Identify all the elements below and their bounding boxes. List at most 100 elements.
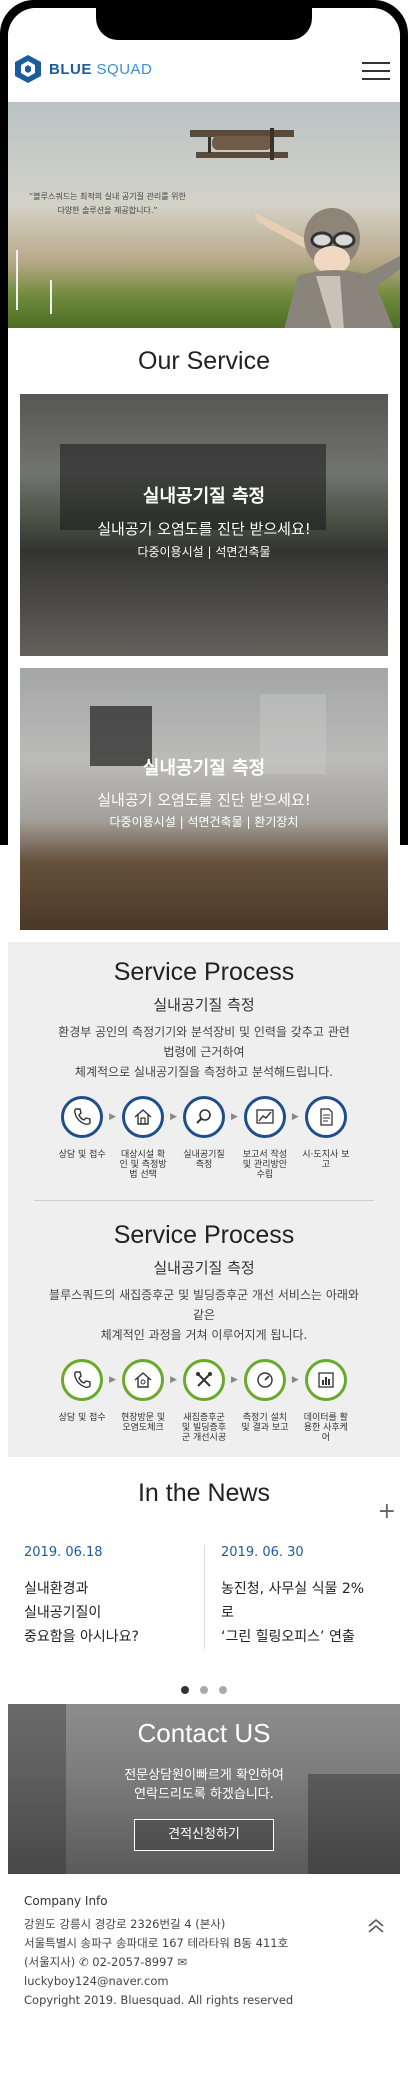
step-label: 현장방문 및 오염도체크: [120, 1413, 166, 1433]
step-label: 실내공기질 측정: [183, 1150, 225, 1170]
footer-phone[interactable]: 02-2057-8997: [92, 1955, 173, 1969]
step-label: 시·도지사 보고: [302, 1150, 350, 1170]
step-label: 상담 및 접수: [58, 1150, 106, 1160]
phone-notch: [96, 0, 312, 40]
phone-icon: [61, 1096, 104, 1138]
process-desc-line: 체계적인 과정을 거쳐 이루어지게 됩니다.: [100, 1328, 308, 1342]
document-icon: [304, 1096, 347, 1138]
arrow-right-icon: ▶: [170, 1112, 177, 1122]
hero-tagline: “블루스쿼드는 최적의 실내 공기질 관리를 위한 다양한 솔루션을 제공합니다…: [20, 190, 195, 218]
slider-dot[interactable]: [219, 1686, 228, 1694]
process-title: Service Process: [113, 1221, 295, 1249]
news-headline-line: 로: [221, 1605, 234, 1621]
scroll-top-chevron-icon[interactable]: [364, 1914, 388, 1938]
slider-dot[interactable]: [180, 1686, 189, 1694]
news-headline-line: 중요함을 아시나요?: [24, 1629, 139, 1645]
search-icon: [183, 1096, 225, 1138]
gauge-icon: [243, 1359, 286, 1401]
news-more-plus-icon[interactable]: +: [378, 1499, 396, 1524]
process-block-measurement: Service Process 실내공기질 측정 환경부 공인의 측정기기와 분…: [8, 952, 400, 1180]
process-step: 보고서 작성 및 관리방안 수립: [239, 1096, 291, 1180]
child-pilot-image: [254, 208, 400, 328]
service-process-section: Service Process 실내공기질 측정 환경부 공인의 측정기기와 분…: [8, 942, 400, 1457]
tools-icon: [183, 1359, 225, 1401]
hero-banner: “블루스쿼드는 최적의 실내 공기질 관리를 위한 다양한 솔루션을 제공합니다…: [8, 102, 400, 328]
slider-dot[interactable]: [200, 1686, 208, 1694]
news-item[interactable]: 2019. 06. 30 농진청, 사무실 식물 2% 로 ‘그린 힐링오피스’…: [204, 1545, 400, 1649]
process-description: 환경부 공인의 측정기기와 분석장비 및 인력을 갖추고 관련 법령에 근거하여…: [8, 1022, 400, 1082]
card-subtitle: 실내공기 오염도를 진단 받으세요!: [97, 520, 311, 538]
news-slider: 2019. 06.18 실내환경과 실내공기질이 중요함을 아시나요? 2019…: [8, 1545, 400, 1649]
arrow-right-icon: ▶: [231, 1112, 238, 1122]
contact-desc-line: 연락드리도록 하겠습니다.: [134, 1787, 274, 1802]
news-headline-line: ‘그린 힐링오피스’ 연출: [221, 1629, 355, 1645]
arrow-right-icon: ▶: [109, 1375, 117, 1385]
logo-text: BLUE SQUAD: [49, 61, 152, 78]
arrow-right-icon: ▶: [291, 1375, 299, 1385]
mail-icon: ✉: [177, 1955, 188, 1969]
hero-line-2: 다양한 솔루션을 제공합니다.”: [57, 206, 158, 215]
logo[interactable]: BLUE SQUAD: [14, 54, 152, 84]
process-step: 실내공기질 측정: [178, 1096, 230, 1170]
news-headline-line: 농진청, 사무실 식물 2%: [221, 1581, 365, 1597]
arrow-right-icon: ▶: [291, 1112, 299, 1122]
contact-title: Contact US: [137, 1718, 271, 1748]
step-label: 상담 및 접수: [58, 1413, 106, 1423]
card-tags: 다중이용시설 | 석면건축물: [137, 545, 271, 559]
logo-bold: BLUE: [49, 60, 92, 78]
logo-hexagon-icon: [15, 55, 41, 83]
contact-section: Contact US 전문상담원이빠르게 확인하여 연락드리도록 하겠습니다. …: [8, 1704, 400, 1874]
news-date: 2019. 06. 30: [221, 1545, 304, 1560]
arrow-right-icon: ▶: [231, 1375, 238, 1385]
footer-branch: (서울지사): [24, 1955, 76, 1969]
screen: BLUE SQUAD “블루스쿼드는 최적의 실내 공기질 관리를 위한 다양한…: [8, 8, 400, 2073]
footer-branch-phone: (서울지사) ✆ 02-2057-8997 ✉: [24, 1953, 384, 1972]
process-description: 블루스쿼드의 새집증후군 및 빌딩증후군 개선 서비스는 아래와 같은 체계적인…: [8, 1285, 400, 1345]
news-headline-line: 실내공기질이: [24, 1605, 102, 1621]
news-section: In the News + 2019. 06.18 실내환경과 실내공기질이 중…: [8, 1457, 400, 1704]
process-title: Service Process: [113, 958, 295, 986]
step-label: 측정기 설치 및 결과 보고: [241, 1413, 289, 1433]
footer-title: Company Info: [24, 1894, 108, 1908]
footer-address-seoul: 서울특별시 송파구 송파대로 167 테라타워 B동 411호: [24, 1936, 289, 1950]
footer-copyright: Copyright 2019. Bluesquad. All rights re…: [24, 1993, 294, 2007]
our-service-title: Our Service: [138, 347, 270, 375]
process-desc-line: 법령에 근거하여: [163, 1045, 245, 1059]
slider-pagination: [8, 1679, 400, 1698]
phone-icon: [61, 1359, 104, 1401]
process-step: 상담 및 접수: [56, 1096, 108, 1160]
footer-email[interactable]: luckyboy124@naver.com: [24, 1972, 384, 1991]
card-subtitle: 실내공기 오염도를 진단 받으세요!: [97, 791, 311, 809]
process-step: 상담 및 접수: [56, 1359, 108, 1423]
process-subtitle: 실내공기질 측정: [153, 1259, 255, 1277]
news-headline: 실내환경과 실내공기질이 중요함을 아시나요?: [24, 1577, 204, 1649]
process-desc-line: 체계적으로 실내공기질을 측정하고 분석해드립니다.: [74, 1065, 334, 1079]
card-title: 실내공기질 측정: [142, 486, 266, 507]
process-step: 새집증후군 및 빌딩증후군 개선시공: [178, 1359, 230, 1443]
step-label: 데이터를 활용한 사후케어: [303, 1413, 348, 1443]
home-icon: [122, 1096, 165, 1138]
arrow-right-icon: ▶: [109, 1112, 117, 1122]
card-tags: 다중이용시설 | 석면건축물 | 환기장치: [109, 815, 299, 829]
quote-request-button[interactable]: 견적신청하기: [134, 1819, 274, 1851]
step-label: 대상시설 확인 및 측정방법 선택: [119, 1150, 167, 1180]
news-headline: 농진청, 사무실 식물 2% 로 ‘그린 힐링오피스’ 연출: [221, 1577, 400, 1649]
process-desc-line: 같은: [192, 1308, 216, 1322]
data-icon: [304, 1359, 347, 1401]
process-steps: 상담 및 접수 ▶ 대상시설 확인 및 측정방법 선택 ▶ 실내공기질 측정 ▶: [8, 1096, 400, 1180]
process-desc-line: 블루스쿼드의 새집증후군 및 빌딩증후군 개선 서비스는 아래와: [49, 1288, 359, 1302]
service-card[interactable]: 실내공기질 측정 실내공기 오염도를 진단 받으세요! 다중이용시설 | 석면건…: [20, 668, 388, 930]
service-card[interactable]: 실내공기질 측정 실내공기 오염도를 진단 받으세요! 다중이용시설 | 석면건…: [20, 394, 388, 656]
step-label: 새집증후군 및 빌딩증후군 개선시공: [181, 1413, 227, 1443]
logo-light: SQUAD: [96, 60, 153, 78]
contact-desc-line: 전문상담원이빠르게 확인하여: [124, 1768, 284, 1783]
process-desc-line: 환경부 공인의 측정기기와 분석장비 및 인력을 갖추고 관련: [58, 1025, 350, 1039]
hero-line-1: “블루스쿼드는 최적의 실내 공기질 관리를 위한: [29, 192, 186, 201]
home-icon: [122, 1359, 165, 1401]
process-subtitle: 실내공기질 측정: [153, 996, 255, 1014]
news-item[interactable]: 2019. 06.18 실내환경과 실내공기질이 중요함을 아시나요?: [8, 1545, 204, 1649]
process-step: 대상시설 확인 및 측정방법 선택: [117, 1096, 169, 1180]
hamburger-menu-icon[interactable]: [362, 62, 390, 82]
footer: Company Info 강원도 강릉시 경강로 2326번길 4 (본사) 서…: [8, 1874, 400, 2010]
process-block-sick-building: Service Process 실내공기질 측정 블루스쿼드의 새집증후군 및 …: [8, 1201, 400, 1457]
